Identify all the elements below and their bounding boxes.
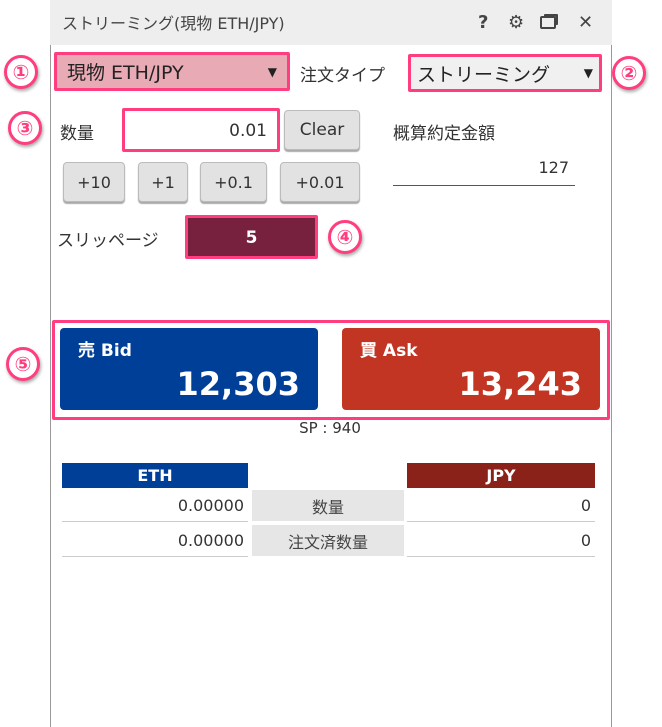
restore-icon[interactable] — [540, 16, 556, 29]
jpy-ordered-quantity: 0 — [407, 525, 595, 557]
estimate-value: 127 — [393, 158, 575, 186]
order-type-label: 注文タイプ — [300, 66, 385, 86]
step-0-1-button[interactable]: +0.1 — [200, 162, 267, 202]
bid-button[interactable]: 売 Bid 12,303 — [60, 328, 318, 410]
annotation-4: ④ — [328, 220, 362, 254]
ask-price: 13,243 — [458, 365, 582, 403]
slippage-input[interactable]: 5 — [185, 215, 318, 259]
eth-header: ETH — [62, 463, 248, 488]
quantity-label: 数量 — [60, 124, 94, 144]
close-icon[interactable]: ✕ — [578, 12, 593, 33]
ask-button[interactable]: 買 Ask 13,243 — [342, 328, 600, 410]
chevron-down-icon: ▼ — [583, 66, 593, 80]
row-label-ordered-quantity: 注文済数量 — [252, 525, 404, 556]
slippage-label: スリッページ — [57, 231, 159, 251]
eth-quantity: 0.00000 — [62, 490, 248, 522]
annotation-2: ② — [612, 56, 646, 90]
bid-price: 12,303 — [176, 365, 300, 403]
gear-icon[interactable]: ⚙ — [508, 12, 524, 33]
jpy-header: JPY — [407, 463, 595, 488]
row-label-quantity: 数量 — [252, 490, 404, 521]
clear-button[interactable]: Clear — [284, 110, 360, 150]
step-0-01-button[interactable]: +0.01 — [280, 162, 360, 202]
annotation-5: ⑤ — [6, 347, 40, 381]
quantity-input[interactable]: 0.01 — [122, 108, 280, 152]
annotation-1: ① — [4, 55, 38, 89]
jpy-quantity: 0 — [407, 490, 595, 522]
help-icon[interactable]: ? — [478, 12, 488, 33]
bid-label: 売 Bid — [78, 341, 132, 361]
spread-value: SP : 940 — [299, 419, 361, 437]
order-type-select[interactable]: ストリーミング ▼ — [408, 54, 602, 92]
estimate-label: 概算約定金額 — [393, 124, 495, 144]
eth-ordered-quantity: 0.00000 — [62, 525, 248, 557]
step-1-button[interactable]: +1 — [138, 162, 188, 202]
step-10-button[interactable]: +10 — [63, 162, 125, 202]
window-title: ストリーミング(現物 ETH/JPY) — [62, 14, 285, 33]
symbol-value: 現物 ETH/JPY — [67, 62, 184, 84]
symbol-select[interactable]: 現物 ETH/JPY ▼ — [54, 52, 290, 91]
ask-label: 買 Ask — [360, 341, 418, 361]
chevron-down-icon: ▼ — [267, 64, 277, 79]
annotation-3: ③ — [8, 111, 42, 145]
order-type-value: ストリーミング — [417, 63, 551, 86]
